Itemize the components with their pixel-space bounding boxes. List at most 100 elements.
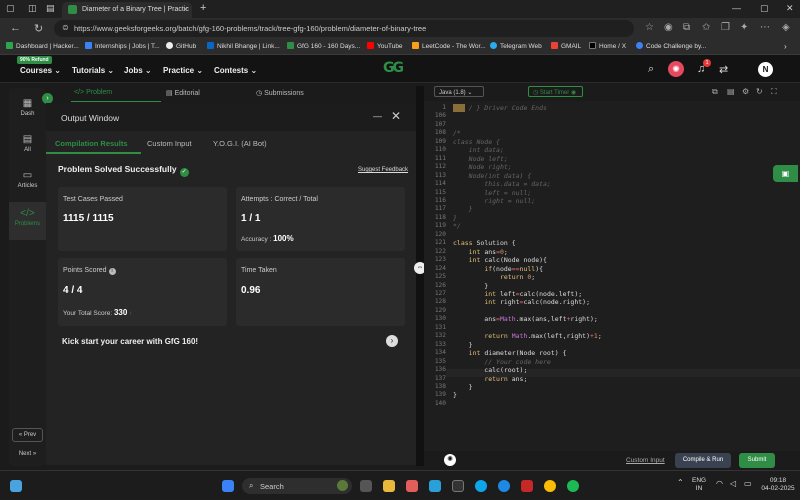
prev-button[interactable]: « Prev xyxy=(12,428,43,442)
copilot-icon[interactable]: ✦ xyxy=(740,22,748,33)
chat-feedback-icon[interactable]: ▣ xyxy=(773,165,798,182)
rail-item-dash[interactable]: ▦ Dash xyxy=(9,98,46,124)
wifi-icon[interactable]: ◠ xyxy=(716,480,723,488)
bookmark-item[interactable]: Telegram Web xyxy=(490,42,542,50)
widgets-icon[interactable] xyxy=(10,480,22,492)
new-tab-button[interactable]: + xyxy=(200,2,206,14)
tab-actions-icon[interactable]: ▤ xyxy=(46,3,55,14)
nav-practice[interactable]: Practice ⌄ xyxy=(163,66,203,75)
tab-submissions[interactable]: ◷ Submissions xyxy=(256,89,304,97)
rail-item-problems[interactable]: </> Problems xyxy=(9,202,46,240)
line-number: 123 xyxy=(434,256,446,264)
next-button[interactable]: Next » xyxy=(12,448,43,462)
workspaces-icon[interactable]: ◫ xyxy=(28,3,37,14)
nav-tutorials[interactable]: Tutorials ⌄ xyxy=(72,66,114,75)
minimize-output-icon[interactable]: — xyxy=(373,111,382,121)
output-window-header: Output Window — ✕ xyxy=(46,103,416,131)
maximize-icon[interactable]: ▢ xyxy=(760,3,769,14)
bookmark-item[interactable]: GitHub xyxy=(166,42,196,50)
bookmark-item[interactable]: Home / X xyxy=(589,42,626,50)
submit-button[interactable]: Submit xyxy=(739,453,775,468)
edge-alt-icon[interactable] xyxy=(475,480,487,492)
close-tab-icon[interactable]: × xyxy=(183,5,188,14)
mcafee-icon[interactable] xyxy=(521,480,533,492)
collections-icon[interactable]: ❐ xyxy=(721,22,730,33)
bookmark-item[interactable]: Code Challenge by... xyxy=(636,42,706,50)
language-select[interactable]: Java (1.8) ⌄ xyxy=(434,86,484,97)
refresh-icon[interactable]: ↻ xyxy=(34,22,43,35)
accuracy: Accuracy : 100% xyxy=(241,234,294,243)
profile-icon[interactable]: ▢ xyxy=(6,3,15,14)
line-number: 108 xyxy=(434,129,446,137)
bookmark-item[interactable]: GMAIL xyxy=(551,42,581,50)
url-bar[interactable]: ⊜ https://www.geeksforgeeks.org/batch/gf… xyxy=(54,20,634,37)
bookmark-item[interactable]: Nikhil Bhange | Link... xyxy=(207,42,280,50)
x-icon xyxy=(589,42,596,49)
close-output-icon[interactable]: ✕ xyxy=(391,109,401,123)
task-view-icon[interactable] xyxy=(360,480,372,492)
custom-input-link[interactable]: Custom Input xyxy=(626,457,665,464)
close-window-icon[interactable]: ✕ xyxy=(786,3,794,14)
copy-icon[interactable]: ⧉ xyxy=(712,87,718,97)
pane-splitter[interactable] xyxy=(416,86,424,466)
favorites-icon[interactable]: ✩ xyxy=(702,22,710,33)
code-content[interactable]: / } Driver Code Ends /* class Node { int… xyxy=(453,104,793,400)
avatar[interactable]: N xyxy=(758,62,773,77)
theme-toggle-icon[interactable]: ✺ xyxy=(668,61,684,77)
bookmark-item[interactable]: YouTube xyxy=(367,42,403,50)
rail-item-all[interactable]: ▤ All xyxy=(9,134,46,160)
tab-compilation-results[interactable]: Compilation Results xyxy=(55,139,128,148)
info-icon[interactable]: i xyxy=(108,268,116,275)
battery-icon[interactable]: ▭ xyxy=(744,480,752,488)
format-icon[interactable]: ▤ xyxy=(727,87,735,96)
tab-custom-input[interactable]: Custom Input xyxy=(147,139,192,148)
bookmark-item[interactable]: LeetCode - The Wor... xyxy=(412,42,486,50)
language-indicator[interactable]: ENG IN xyxy=(692,477,706,493)
back-icon[interactable]: ← xyxy=(10,22,21,34)
taskbar-search[interactable]: ⌕ Search xyxy=(242,478,352,494)
mail-icon[interactable] xyxy=(429,480,441,492)
cta-arrow-button[interactable]: › xyxy=(386,335,398,347)
hint-icon[interactable]: ✺ xyxy=(444,454,456,466)
volume-icon[interactable]: ◁ xyxy=(730,480,736,488)
list-icon: ▤ xyxy=(22,134,33,145)
more-icon[interactable]: ⋯ xyxy=(760,22,770,33)
search-icon[interactable]: ⌕ xyxy=(648,63,654,76)
bookmark-item[interactable]: GfG 160 - 160 Days... xyxy=(287,42,360,50)
search-icon: ⌕ xyxy=(249,481,254,490)
store-icon[interactable] xyxy=(406,480,418,492)
tab-yogi-ai-bot[interactable]: Y.O.G.I. (AI Bot) xyxy=(213,139,267,148)
browser-tab[interactable]: Diameter of a Binary Tree | Practic × xyxy=(62,2,192,18)
tab-editorial[interactable]: ▤ Editorial xyxy=(166,89,200,97)
fullscreen-icon[interactable]: ⛶ xyxy=(771,87,777,97)
spotify-icon[interactable] xyxy=(567,480,579,492)
rail-item-articles[interactable]: ▭ Articles xyxy=(9,170,46,196)
minimize-icon[interactable]: — xyxy=(732,3,741,13)
tray-chevron-icon[interactable]: ⌃ xyxy=(677,479,684,487)
terminal-icon[interactable] xyxy=(452,480,464,492)
bookmark-item[interactable]: Dashboard | Hacker... xyxy=(6,42,79,50)
edge-icon[interactable] xyxy=(498,480,510,492)
nav-contests[interactable]: Contests ⌄ xyxy=(214,66,257,75)
chrome-icon[interactable] xyxy=(544,480,556,492)
nav-courses[interactable]: Courses ⌄ xyxy=(20,66,61,75)
attempts-card: Attempts : Correct / Total 1 / 1 Accurac… xyxy=(236,187,405,251)
bookmarks-overflow-icon[interactable]: › xyxy=(784,42,787,51)
split-screen-icon[interactable]: ⧉ xyxy=(683,22,690,33)
nav-jobs[interactable]: Jobs ⌄ xyxy=(124,66,152,75)
bookmark-item[interactable]: Internships | Jobs | T... xyxy=(85,42,160,50)
settings-icon[interactable]: ⚙ xyxy=(742,87,749,96)
gfg-logo[interactable]: GG xyxy=(383,60,417,77)
suggest-feedback-link[interactable]: Suggest Feedback xyxy=(358,167,408,173)
start-icon[interactable] xyxy=(222,480,234,492)
reset-icon[interactable]: ↻ xyxy=(756,87,763,96)
extension-icon[interactable]: ◉ xyxy=(664,22,673,33)
compile-run-button[interactable]: Compile & Run xyxy=(675,453,731,468)
copilot-logo-icon[interactable]: ◈ xyxy=(782,22,790,33)
clock[interactable]: 09:18 04-02-2025 xyxy=(760,477,796,493)
star-icon[interactable]: ☆ xyxy=(645,22,654,33)
file-explorer-icon[interactable] xyxy=(383,480,395,492)
tab-problem[interactable]: </> Problem xyxy=(74,89,112,96)
translate-icon[interactable]: ⇄ xyxy=(719,63,728,76)
start-timer-button[interactable]: ◷ Start Timer ◉ xyxy=(528,86,583,97)
